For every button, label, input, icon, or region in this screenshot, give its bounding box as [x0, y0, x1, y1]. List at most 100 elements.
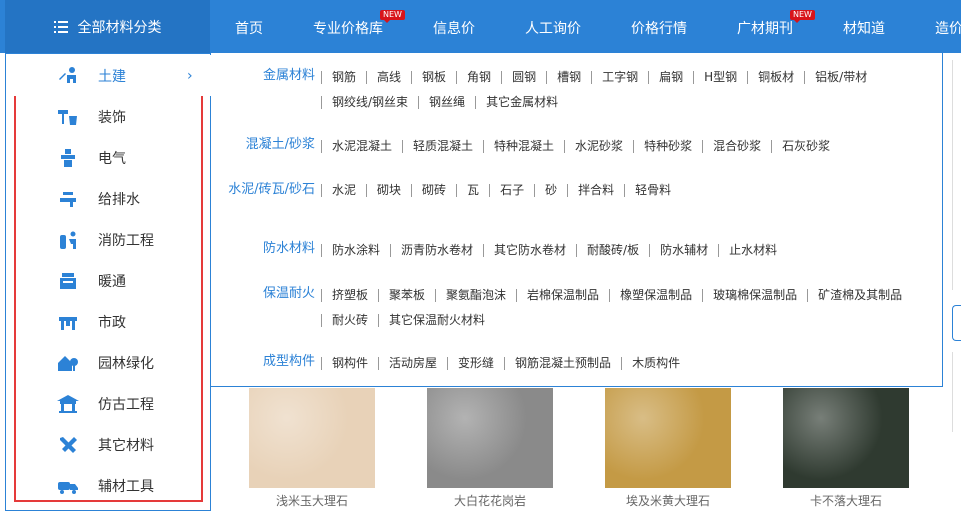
group-items: 挤塑板 聚苯板 聚氨酯泡沫 岩棉保温制品 橡塑保温制品 玻璃棉保温制品 矿渣棉及其制品耐火砖…: [321, 283, 931, 333]
category-link[interactable]: 其它防水卷材: [483, 244, 576, 257]
category-link[interactable]: 沥青防水卷材: [390, 244, 483, 257]
thumb-caption[interactable]: 埃及米黄大理石: [588, 492, 748, 509]
group-title[interactable]: 防水材料: [227, 239, 315, 259]
sidebar-item-municipal[interactable]: 市政: [6, 301, 210, 342]
category-link[interactable]: 轻质混凝土: [402, 140, 483, 153]
thumb-image[interactable]: [605, 388, 731, 488]
category-link[interactable]: 特种混凝土: [483, 140, 564, 153]
group-items: 防水涂料 沥青防水卷材 其它防水卷材 耐酸砖/板 防水辅材 止水材料: [321, 238, 931, 263]
nav-info-price[interactable]: 信息价: [433, 0, 475, 53]
category-link[interactable]: 木质构件: [621, 357, 690, 370]
category-link[interactable]: 砂: [534, 184, 567, 197]
category-link[interactable]: 角钢: [456, 71, 501, 84]
sidebar-item-decoration[interactable]: 装饰: [6, 96, 210, 137]
category-link[interactable]: 工字钢: [591, 71, 648, 84]
sidebar-item-fire[interactable]: 消防工程: [6, 219, 210, 260]
nav-material-knowledge[interactable]: 材知道: [843, 0, 885, 53]
sidebar-item-civil[interactable]: 土建 ›: [6, 55, 212, 96]
category-link[interactable]: 聚氨酯泡沫: [435, 289, 516, 302]
sidebar-item-label: 给排水: [98, 191, 140, 208]
category-link[interactable]: 钢绞线/钢丝束: [321, 96, 418, 109]
category-link[interactable]: 防水涂料: [321, 244, 390, 257]
nav-journal[interactable]: 广材期刊: [737, 0, 793, 53]
category-link[interactable]: 钢构件: [321, 357, 378, 370]
group-title[interactable]: 金属材料: [227, 66, 315, 86]
category-link[interactable]: 水泥混凝土: [321, 140, 402, 153]
list-menu-icon: [53, 20, 68, 33]
municipal-icon: [59, 316, 77, 330]
category-link[interactable]: 止水材料: [718, 244, 787, 257]
sidebar-item-electrical[interactable]: 电气: [6, 137, 210, 178]
sidebar-item-plumbing[interactable]: 给排水: [6, 178, 210, 219]
category-link[interactable]: 轻骨料: [624, 184, 681, 197]
category-link[interactable]: 钢筋混凝土预制品: [504, 357, 621, 370]
category-link[interactable]: 水泥: [321, 184, 366, 197]
sidebar-item-label: 暖通: [98, 273, 126, 290]
category-link[interactable]: 混合砂浆: [702, 140, 771, 153]
group-items: 钢筋 高线 钢板 角钢 圆钢 槽钢 工字钢 扁钢 H型钢 铜板材 铝板/带材钢绞线/钢丝束 钢丝绳 其它…: [321, 65, 931, 115]
category-link[interactable]: 防水辅材: [649, 244, 718, 257]
category-link[interactable]: 其它金属材料: [475, 96, 568, 109]
category-link[interactable]: 钢筋: [321, 71, 366, 84]
nav-home[interactable]: 首页: [235, 0, 263, 53]
top-navigation: 全部材料分类 首页 专业价格库 NEW 信息价 人工询价 价格行情 广材期刊 N…: [0, 0, 961, 53]
category-link[interactable]: 钢丝绳: [418, 96, 475, 109]
category-link[interactable]: 钢板: [411, 71, 456, 84]
nav-cost[interactable]: 造价: [935, 0, 961, 53]
extinguisher-icon: [60, 231, 76, 249]
group-title[interactable]: 混凝土/砂浆: [227, 135, 315, 155]
thumb-image[interactable]: [427, 388, 553, 488]
nav-price-trends[interactable]: 价格行情: [631, 0, 687, 53]
thumb-image[interactable]: [783, 388, 909, 488]
house-tree-icon: [58, 355, 78, 371]
category-link[interactable]: 耐火砖: [321, 314, 378, 327]
group-title[interactable]: 成型构件: [227, 352, 315, 372]
worker-icon: [59, 66, 76, 83]
category-link[interactable]: 石灰砂浆: [771, 140, 840, 153]
category-link[interactable]: 砌块: [366, 184, 411, 197]
category-link[interactable]: 玻璃棉保温制品: [702, 289, 807, 302]
category-link[interactable]: 聚苯板: [378, 289, 435, 302]
category-link[interactable]: 瓦: [456, 184, 489, 197]
category-link[interactable]: 扁钢: [648, 71, 693, 84]
sidebar-item-landscaping[interactable]: 园林绿化: [6, 342, 210, 383]
group-title[interactable]: 保温耐火: [227, 284, 315, 304]
nav-pro-price-library[interactable]: 专业价格库: [313, 0, 383, 53]
chevron-right-icon: ›: [187, 67, 193, 84]
category-link[interactable]: 活动房屋: [378, 357, 447, 370]
sidebar-item-hvac[interactable]: 暖通: [6, 260, 210, 301]
category-link[interactable]: 其它保温耐火材料: [378, 314, 495, 327]
category-link[interactable]: 拌合料: [567, 184, 624, 197]
category-link[interactable]: 槽钢: [546, 71, 591, 84]
thumb-caption[interactable]: 浅米玉大理石: [232, 492, 392, 509]
category-link[interactable]: 变形缝: [447, 357, 504, 370]
nav-labor-inquiry[interactable]: 人工询价: [525, 0, 581, 53]
category-link[interactable]: H型钢: [693, 71, 747, 84]
group-title[interactable]: 水泥/砖瓦/砂石: [223, 180, 315, 200]
category-link[interactable]: 挤塑板: [321, 289, 378, 302]
category-dropdown-panel: 金属材料 钢筋 高线 钢板 角钢 圆钢 槽钢 工字钢 扁钢 H型钢 铜板材 铝板/带材钢绞线/钢丝束…: [210, 53, 943, 387]
thumb-image[interactable]: [249, 388, 375, 488]
sidebar-item-label: 电气: [98, 150, 126, 167]
hvac-icon: [60, 272, 76, 289]
all-categories-button[interactable]: 全部材料分类: [5, 0, 210, 53]
category-link[interactable]: 岩棉保温制品: [516, 289, 609, 302]
sidebar-item-label: 园林绿化: [98, 355, 154, 372]
category-link[interactable]: 圆钢: [501, 71, 546, 84]
category-link[interactable]: 耐酸砖/板: [576, 244, 649, 257]
category-link[interactable]: 矿渣棉及其制品: [807, 289, 912, 302]
category-link[interactable]: 水泥砂浆: [564, 140, 633, 153]
category-link[interactable]: 特种砂浆: [633, 140, 702, 153]
category-link[interactable]: 橡塑保温制品: [609, 289, 702, 302]
category-link[interactable]: 砌砖: [411, 184, 456, 197]
category-link[interactable]: 铝板/带材: [804, 71, 877, 84]
faucet-icon: [60, 191, 76, 207]
new-badge: NEW: [380, 10, 405, 23]
electric-icon: [61, 148, 75, 167]
category-link[interactable]: 铜板材: [747, 71, 804, 84]
sidebar-item-label: 市政: [98, 314, 126, 331]
thumb-caption[interactable]: 大白花花岗岩: [410, 492, 570, 509]
category-link[interactable]: 石子: [489, 184, 534, 197]
category-link[interactable]: 高线: [366, 71, 411, 84]
thumb-caption[interactable]: 卡不落大理石: [766, 492, 926, 509]
